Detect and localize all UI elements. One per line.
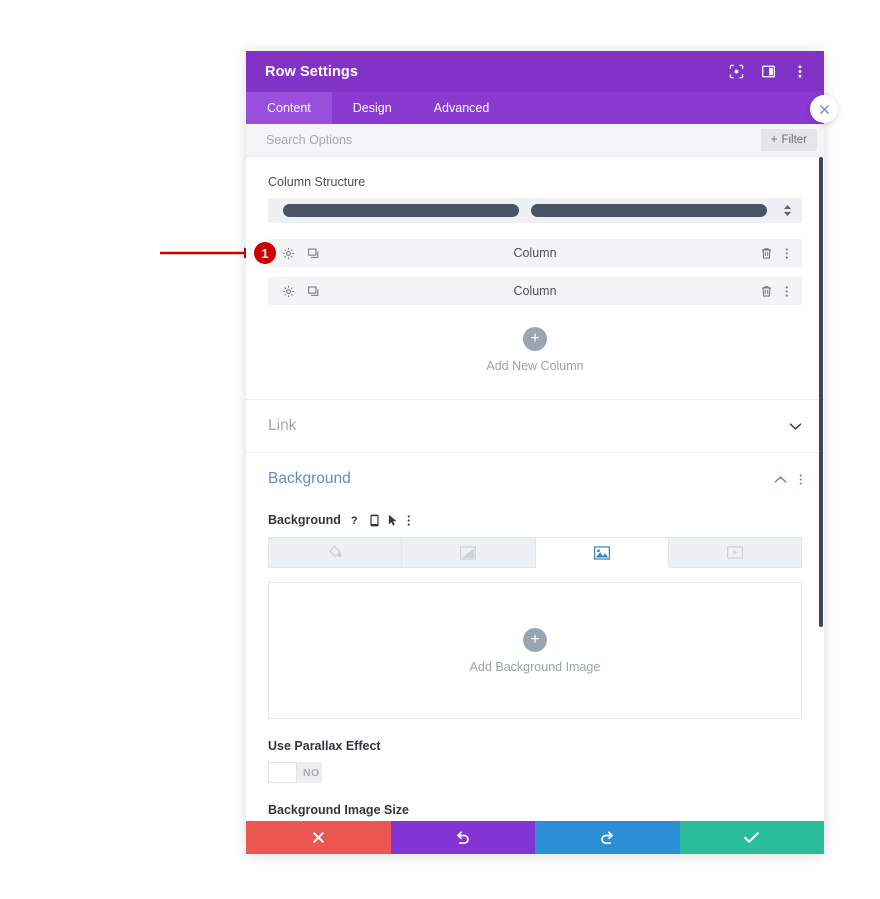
background-image-size-label: Background Image Size	[268, 803, 410, 817]
mobile-device-icon[interactable]	[370, 514, 379, 527]
table-row[interactable]: Column	[268, 277, 802, 305]
discard-button[interactable]	[246, 821, 391, 854]
add-new-column-label: Add New Column	[486, 359, 584, 373]
scrollbar-track[interactable]	[818, 157, 824, 821]
kebab-menu-icon[interactable]	[785, 247, 789, 260]
toggle-knob	[268, 762, 297, 783]
column-row-actions-right	[760, 247, 789, 260]
section-background-actions	[774, 473, 803, 486]
chevron-down-icon	[789, 422, 802, 431]
filter-button[interactable]: + Filter	[760, 129, 817, 151]
close-icon[interactable]	[810, 95, 838, 123]
column-row-actions-left	[282, 247, 320, 260]
panel-header: Row Settings	[246, 51, 824, 92]
annotation-arrow	[160, 247, 258, 259]
trash-icon[interactable]	[760, 247, 773, 260]
parallax-field: Use Parallax Effect NO	[246, 739, 824, 783]
tab-advanced[interactable]: Advanced	[413, 92, 511, 124]
save-button[interactable]	[679, 821, 824, 854]
filter-button-label: Filter	[781, 134, 807, 146]
cursor-hover-icon[interactable]	[388, 514, 398, 527]
search-bar: + Filter	[246, 124, 824, 157]
kebab-menu-icon[interactable]	[799, 473, 803, 486]
gear-icon[interactable]	[282, 285, 295, 298]
section-link-title: Link	[268, 417, 297, 434]
parallax-toggle[interactable]: NO	[268, 762, 322, 783]
background-field-label: Background	[268, 513, 341, 527]
column-preview-bar-1	[283, 204, 519, 217]
add-background-image-label: Add Background Image	[469, 659, 601, 674]
kebab-menu-icon[interactable]	[407, 514, 411, 527]
column-preview-bar-2	[531, 204, 767, 217]
table-row[interactable]: 1 Column	[254, 239, 802, 267]
column-structure-label: Column Structure	[268, 175, 366, 189]
column-row-actions-right	[760, 285, 789, 298]
background-color-tab[interactable]	[268, 537, 403, 568]
plus-icon: +	[770, 134, 778, 146]
expand-icon[interactable]	[728, 64, 744, 80]
help-icon[interactable]: ?	[350, 514, 361, 527]
undo-button[interactable]	[390, 821, 535, 854]
add-new-column-button[interactable]: + Add New Column	[246, 315, 824, 399]
chevron-up-icon[interactable]	[774, 475, 787, 484]
tab-content[interactable]: Content	[246, 92, 332, 124]
section-link[interactable]: Link	[246, 400, 824, 452]
panel-tabs: Content Design Advanced	[246, 92, 824, 124]
background-type-tabs	[268, 537, 802, 568]
column-row-label: Column	[513, 284, 557, 298]
section-background[interactable]: Background	[246, 453, 824, 505]
plus-icon: +	[523, 327, 547, 351]
trash-icon[interactable]	[760, 285, 773, 298]
gear-icon[interactable]	[282, 247, 295, 260]
page-title: Row Settings	[265, 63, 359, 80]
panel-footer	[246, 821, 824, 854]
screen: Row Settings Content Design Advanced Sea…	[0, 0, 880, 899]
panel-body: Column Structure 1 Column Column + Add N…	[246, 157, 824, 821]
add-background-image-dropzone[interactable]: + Add Background Image	[268, 582, 802, 719]
search-input[interactable]	[266, 133, 761, 147]
scrollbar-thumb[interactable]	[819, 157, 823, 627]
kebab-menu-icon[interactable]	[792, 64, 808, 80]
background-field-header: Background ?	[246, 513, 824, 527]
svg-text:?: ?	[351, 515, 358, 527]
layout-panel-icon[interactable]	[760, 64, 776, 80]
column-row-actions-left	[282, 285, 320, 298]
parallax-label: Use Parallax Effect	[268, 739, 381, 753]
tab-design[interactable]: Design	[332, 92, 413, 124]
parallax-value: NO	[303, 766, 320, 779]
duplicate-icon[interactable]	[307, 247, 320, 260]
header-actions	[728, 64, 808, 80]
column-structure-select[interactable]	[268, 198, 802, 223]
kebab-menu-icon[interactable]	[785, 285, 789, 298]
background-image-size-field: Background Image Size Cover	[246, 803, 824, 821]
background-image-tab[interactable]	[535, 537, 669, 568]
annotation-badge: 1	[254, 242, 276, 264]
row-settings-panel: Row Settings Content Design Advanced Sea…	[246, 51, 838, 854]
column-list: 1 Column Column	[246, 223, 824, 305]
background-video-tab[interactable]	[668, 537, 802, 568]
spinner-icon	[783, 204, 792, 217]
column-structure-field: Column Structure	[246, 157, 824, 223]
section-background-title: Background	[268, 470, 351, 487]
redo-button[interactable]	[535, 821, 680, 854]
duplicate-icon[interactable]	[307, 285, 320, 298]
column-row-label: Column	[513, 246, 557, 260]
plus-icon: +	[523, 627, 547, 652]
background-gradient-tab[interactable]	[402, 537, 536, 568]
